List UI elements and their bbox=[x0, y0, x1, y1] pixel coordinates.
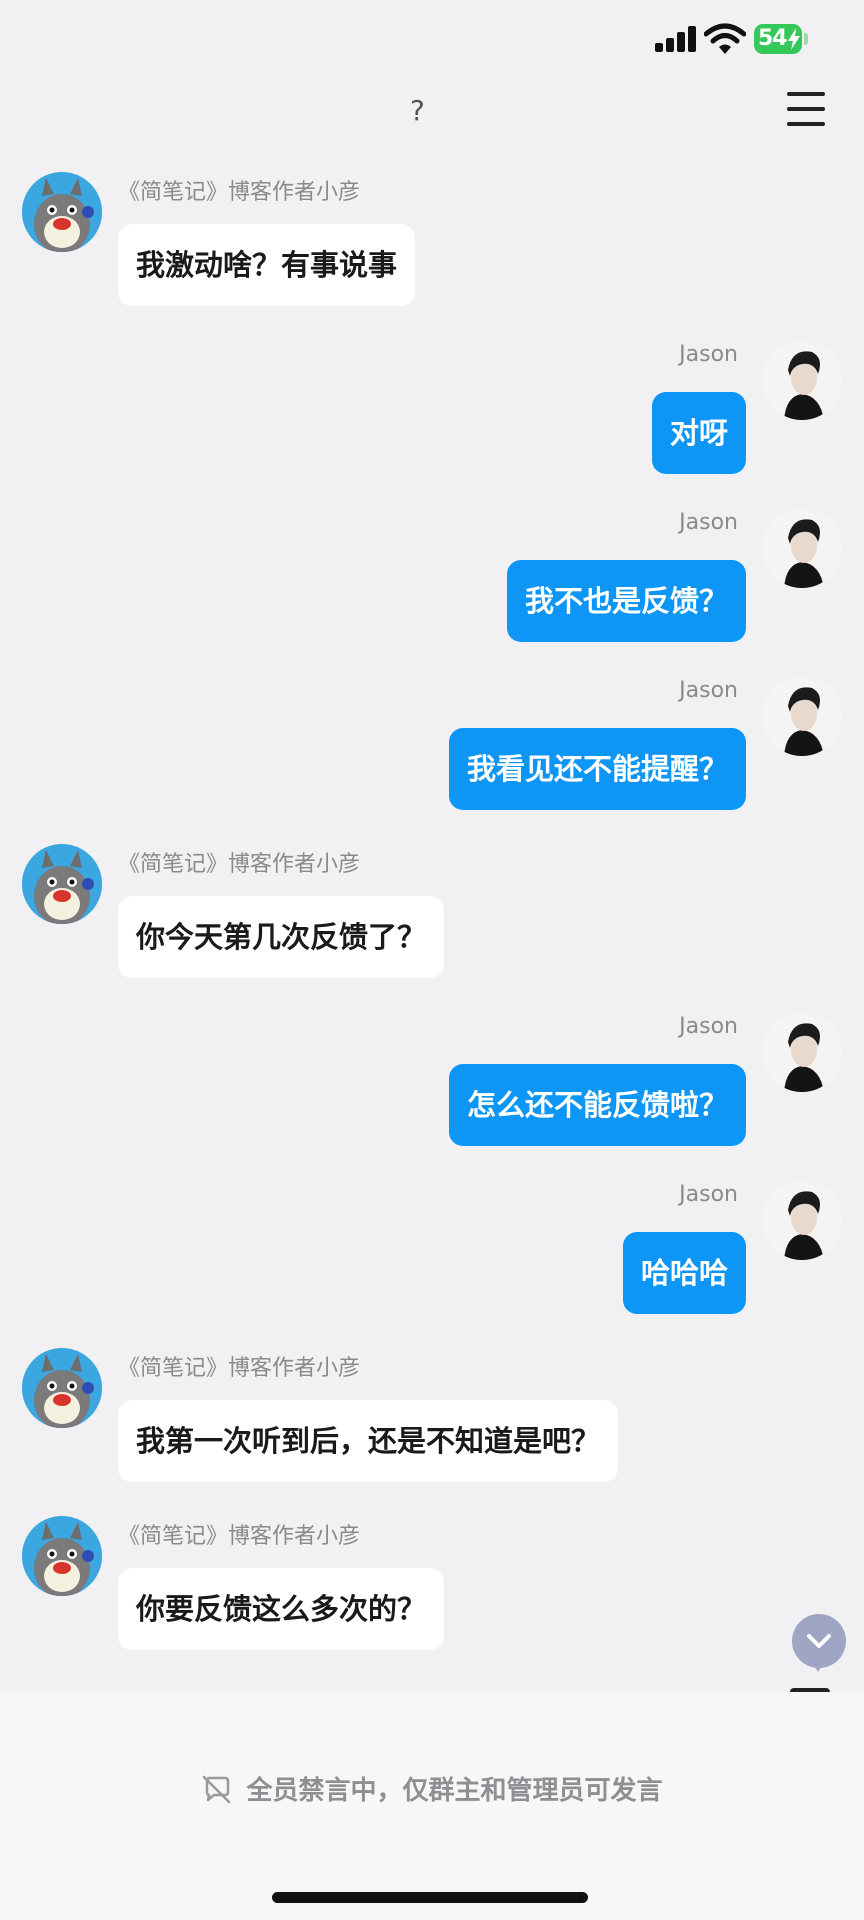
message-bubble[interactable]: 你今天第几次反馈了？ bbox=[118, 896, 445, 978]
header-title: ? bbox=[410, 94, 425, 127]
charging-bolt-icon bbox=[788, 28, 800, 50]
sender-name: Jason bbox=[679, 510, 738, 535]
person-avatar[interactable] bbox=[762, 676, 842, 756]
mute-notice: 全员禁言中，仅群主和管理员可发言 bbox=[0, 1770, 864, 1810]
sender-name: 《简笔记》博客作者小彦 bbox=[118, 1524, 361, 1549]
battery-cap bbox=[804, 33, 808, 45]
menu-icon[interactable] bbox=[787, 92, 827, 128]
mute-icon bbox=[203, 1775, 231, 1803]
sender-name: 《简笔记》博客作者小彦 bbox=[118, 852, 361, 877]
message-bubble[interactable]: 怎么还不能反馈啦？ bbox=[448, 1064, 746, 1146]
sender-name: Jason bbox=[679, 678, 738, 703]
message-bubble[interactable]: 我不也是反馈？ bbox=[506, 560, 746, 642]
totoro-avatar[interactable] bbox=[22, 1348, 102, 1428]
home-indicator[interactable] bbox=[272, 1892, 588, 1903]
message-bubble[interactable]: 对呀 bbox=[651, 392, 746, 474]
wifi-icon bbox=[704, 23, 746, 54]
chevron-down-icon bbox=[807, 1634, 831, 1648]
person-avatar[interactable] bbox=[762, 1180, 842, 1260]
chat-screen: 54 ? 《简笔记》博客作者小彦 我激动啥？有事说事 Jason 对呀 Jaso… bbox=[0, 0, 864, 1920]
sender-name: 《简笔记》博客作者小彦 bbox=[118, 1356, 361, 1381]
nav-bar: ? bbox=[0, 80, 864, 150]
totoro-avatar[interactable] bbox=[22, 844, 102, 924]
person-avatar[interactable] bbox=[762, 1012, 842, 1092]
scroll-to-bottom-button[interactable] bbox=[792, 1614, 846, 1668]
totoro-avatar[interactable] bbox=[22, 172, 102, 252]
message-bubble[interactable]: 我看见还不能提醒？ bbox=[448, 728, 746, 810]
message-bubble[interactable]: 哈哈哈 bbox=[622, 1232, 746, 1314]
sender-name: Jason bbox=[679, 1014, 738, 1039]
message-bubble[interactable]: 你要反馈这么多次的？ bbox=[118, 1568, 445, 1650]
message-bubble[interactable]: 我激动啥？有事说事 bbox=[118, 224, 416, 306]
scroll-button-tail bbox=[812, 1662, 824, 1672]
person-avatar[interactable] bbox=[762, 508, 842, 588]
message-bubble[interactable]: 我第一次听到后，还是不知道是吧？ bbox=[118, 1400, 619, 1482]
totoro-avatar[interactable] bbox=[22, 1516, 102, 1596]
mute-notice-text: 全员禁言中，仅群主和管理员可发言 bbox=[246, 1776, 663, 1806]
sender-name: Jason bbox=[679, 1182, 738, 1207]
sender-name: Jason bbox=[679, 342, 738, 367]
person-avatar[interactable] bbox=[762, 340, 842, 420]
sender-name: 《简笔记》博客作者小彦 bbox=[118, 180, 361, 205]
status-bar: 54 bbox=[0, 0, 864, 80]
signal-icon bbox=[655, 26, 697, 52]
battery-level: 54 bbox=[758, 26, 788, 51]
